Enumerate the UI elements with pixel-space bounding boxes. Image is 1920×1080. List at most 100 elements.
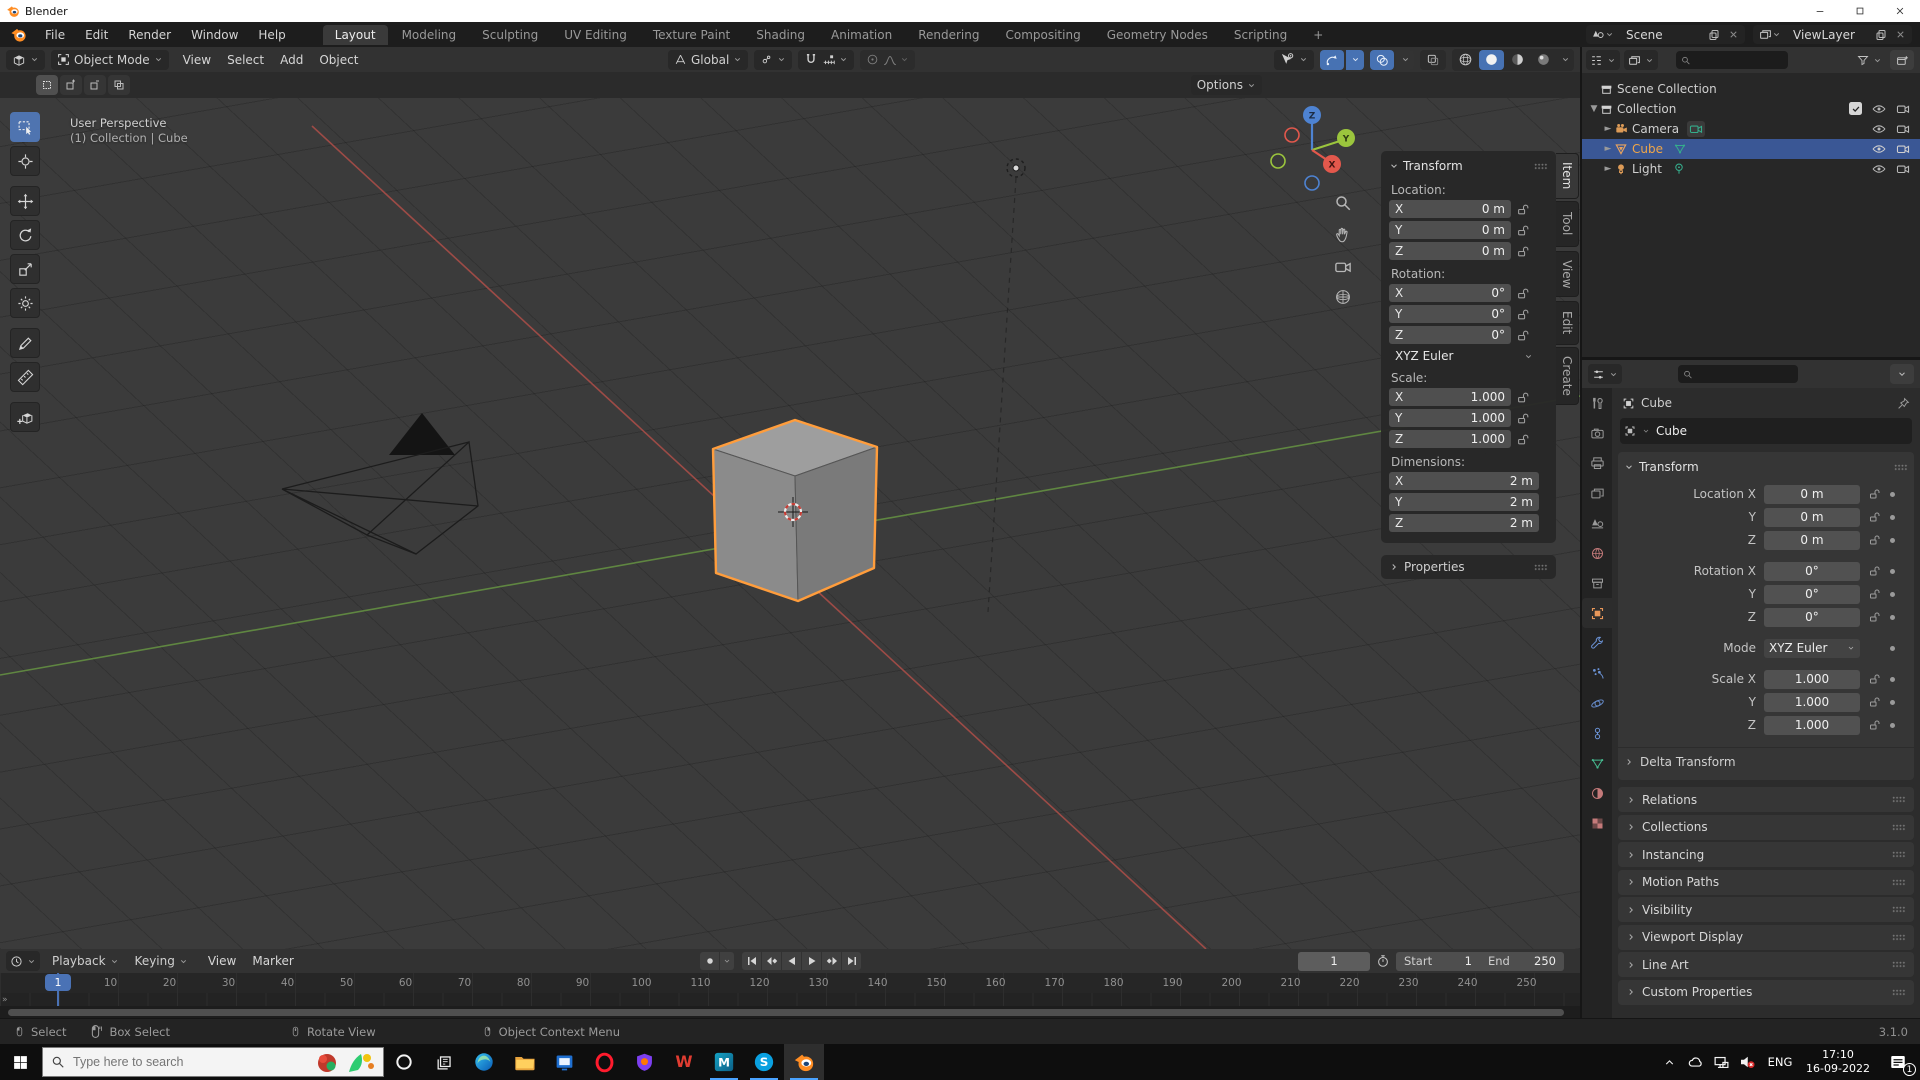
options-button[interactable]: Options [1190,75,1262,95]
outliner-editor-type-button[interactable] [1586,50,1620,70]
expand-channels-icon[interactable]: » [2,995,8,1005]
use-preview-range-icon[interactable] [1376,954,1390,968]
prop-field[interactable]: 0 m [1764,507,1860,527]
n-tab-view[interactable]: View [1556,251,1579,297]
taskbar-search-input[interactable] [73,1055,293,1069]
tab-world[interactable] [1582,538,1612,568]
disclosure-open-icon[interactable]: ▼ [1588,104,1600,114]
pivot-point-selector[interactable] [754,49,793,70]
tool-rotate[interactable] [10,220,40,250]
timeline-scrollbar[interactable] [8,1009,1564,1016]
panel-grip[interactable] [1534,162,1548,170]
tray-language[interactable]: ENG [1760,1044,1800,1080]
tab-object[interactable] [1582,598,1612,628]
prop-field[interactable]: 0° [1764,584,1860,604]
snap-toggle[interactable] [804,53,818,67]
cube-object[interactable] [711,418,879,603]
taskbar-movies-tv[interactable] [544,1044,584,1080]
lock-icon[interactable] [1869,611,1881,623]
tab-view-layer[interactable] [1582,478,1612,508]
show-gizmo-toggle[interactable] [1320,49,1344,70]
timeline-ruler[interactable]: 10 20 30 40 50 60 70 80 90 100 110 120 130 140 150 160 1… [0,973,1580,993]
taskbar-cortana[interactable] [384,1044,424,1080]
panel-grip[interactable] [1892,988,1906,996]
panel-grip[interactable] [1892,878,1906,886]
workspace-tab[interactable]: Sculpting [470,25,550,45]
panel-grip[interactable] [1892,961,1906,968]
keying-set-dropdown[interactable] [720,952,734,970]
outliner-display-mode-button[interactable] [1624,50,1658,70]
disable-render-icon[interactable] [1896,142,1910,156]
new-view-layer-button[interactable] [1871,25,1891,44]
new-scene-button[interactable] [1704,25,1724,44]
animate-dot[interactable] [1890,722,1895,728]
menu-item[interactable]: File [35,28,75,42]
tab-texture[interactable] [1582,808,1612,838]
location-field[interactable]: Y0 m [1389,221,1511,239]
hide-eye-icon[interactable] [1872,142,1886,156]
tray-volume-muted-icon[interactable] [1734,1044,1760,1080]
tray-notifications[interactable]: 1 [1876,1044,1920,1080]
shading-dropdown[interactable] [1557,50,1573,70]
timeline-menu-item[interactable]: Marker [244,954,301,968]
jump-next-keyframe-button[interactable] [822,952,841,970]
disable-render-icon[interactable] [1896,122,1910,136]
rotation-field[interactable]: Y 0° [1389,305,1511,323]
workspace-tab[interactable]: + [1301,25,1335,45]
location-field[interactable]: X0 m [1389,200,1511,218]
overlays-dropdown[interactable] [1396,49,1414,70]
timeline-editor-type-button[interactable] [6,951,40,971]
prop-field[interactable]: 1.000 [1764,692,1860,712]
shading-solid-button[interactable] [1479,49,1504,70]
disclosure-closed-icon[interactable]: ► [1602,124,1614,134]
dimension-field[interactable]: Y2 m [1389,493,1539,511]
animate-dot[interactable] [1890,699,1895,705]
scale-field[interactable]: Y 1.000 [1389,409,1511,427]
maximize-button[interactable] [1840,0,1880,22]
n-tab-edit[interactable]: Edit [1556,301,1579,345]
hide-eye-icon[interactable] [1872,162,1886,176]
shading-rendered-button[interactable] [1531,50,1556,70]
animate-dot[interactable] [1890,491,1895,497]
lock-icon[interactable] [1517,203,1530,216]
collection-checkbox[interactable] [1849,102,1862,115]
new-collection-button[interactable] [1890,50,1914,70]
toggle-orthographic-icon[interactable] [1332,286,1354,308]
properties-editor-type-button[interactable] [1588,364,1622,384]
n-properties-panel-header[interactable]: Properties [1381,555,1556,579]
animate-dot[interactable] [1890,568,1895,574]
start-button[interactable] [0,1044,40,1080]
prop-field[interactable]: 1.000 [1764,669,1860,689]
mesh-data-icon[interactable] [1671,141,1689,157]
tool-transform[interactable] [10,288,40,318]
select-mode-subtract-button[interactable] [84,75,106,95]
animate-dot[interactable] [1890,591,1895,597]
tab-material[interactable] [1582,778,1612,808]
rotation-mode-dropdown[interactable]: XYZ Euler [1764,638,1860,658]
pan-view-hand-icon[interactable] [1332,224,1354,246]
panel-grip[interactable] [1892,851,1906,858]
prop-field[interactable]: 0 m [1764,530,1860,550]
collapsed-panel-header[interactable]: Custom Properties [1618,979,1914,1005]
animate-dot[interactable] [1890,537,1895,543]
minimize-button[interactable] [1800,0,1840,22]
start-frame-field[interactable]: Start 1 [1396,951,1480,971]
editor-type-button[interactable] [6,49,45,70]
tab-tool[interactable] [1582,388,1612,418]
navigation-gizmo[interactable]: Z Y X [1270,106,1355,191]
gizmo-neg-y[interactable] [1270,153,1286,169]
taskbar-blender[interactable] [784,1044,824,1080]
zoom-view-icon[interactable] [1332,192,1354,214]
tool-move[interactable] [10,186,40,216]
delta-transform-subpanel[interactable]: Delta Transform [1624,748,1908,772]
tool-select-box[interactable] [10,112,40,142]
collapsed-panel-header[interactable]: Motion Paths [1618,869,1914,895]
taskbar-task-view[interactable] [424,1044,464,1080]
lock-icon[interactable] [1869,719,1881,731]
workspace-tab[interactable]: Animation [819,25,904,45]
play-reverse-button[interactable] [782,952,801,970]
shading-wireframe-button[interactable] [1453,50,1478,70]
breadcrumb-object-name[interactable]: Cube [1641,396,1672,410]
lock-icon[interactable] [1869,588,1881,600]
collapsed-panel-header[interactable]: Instancing [1618,842,1914,867]
